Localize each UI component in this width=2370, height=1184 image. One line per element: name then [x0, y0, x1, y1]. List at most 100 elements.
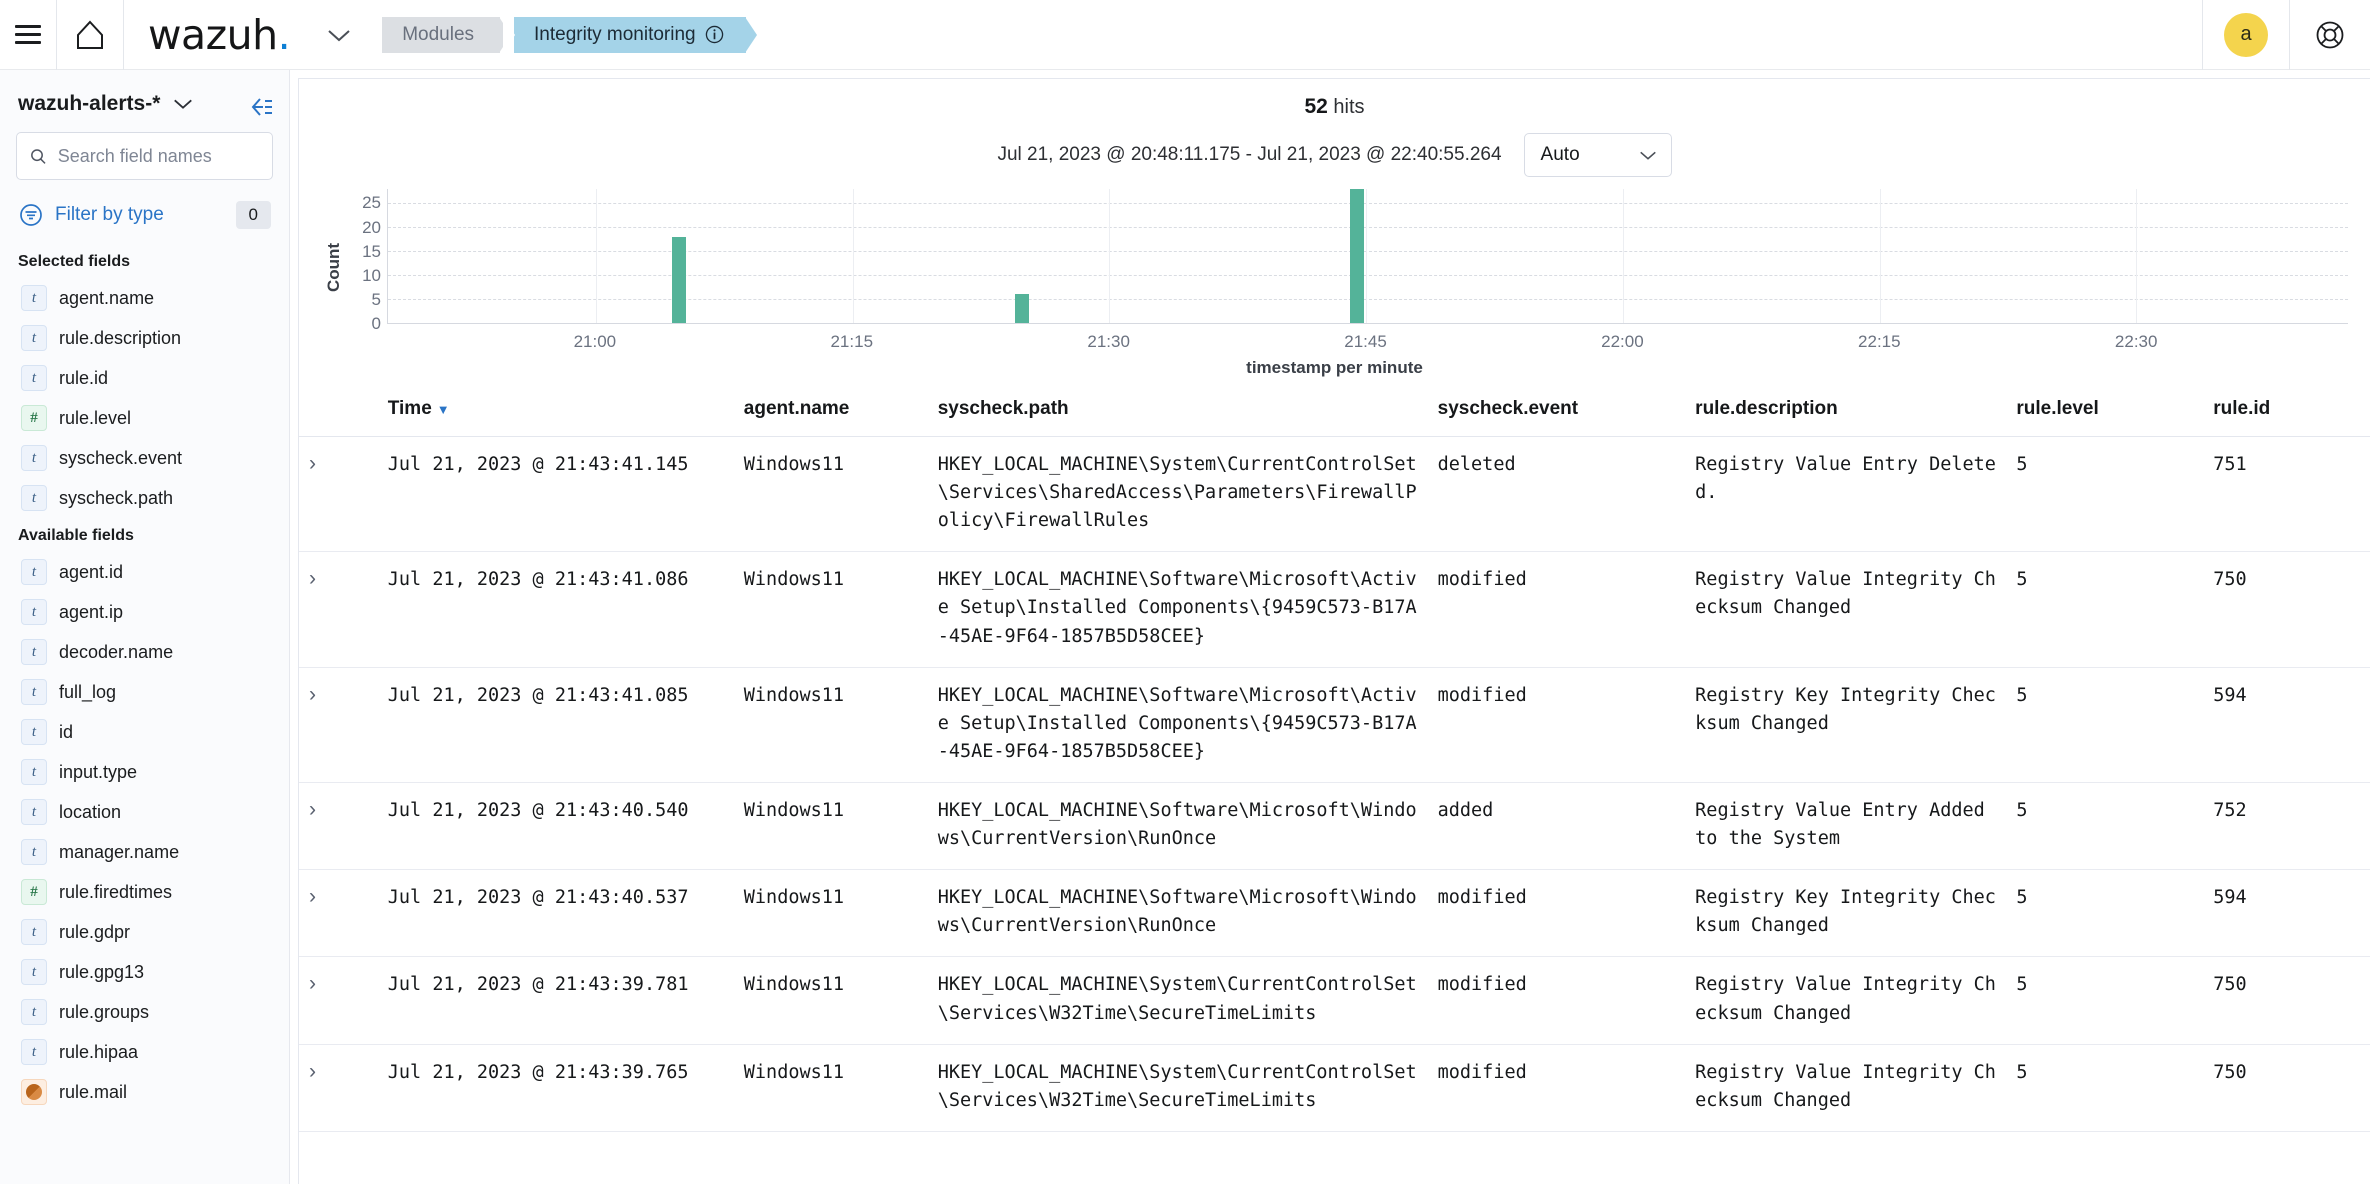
filter-by-type-button[interactable]: Filter by type 0 — [16, 192, 273, 238]
expand-row-button[interactable]: › — [299, 869, 378, 958]
cell-rule-id[interactable]: 751 — [2203, 436, 2370, 553]
info-circle-icon[interactable] — [705, 25, 724, 44]
chevron-right-icon[interactable]: › — [309, 567, 316, 590]
field-item-rule-hipaa[interactable]: t rule.hipaa — [16, 1032, 273, 1072]
search-field-names-box[interactable] — [16, 132, 273, 180]
interval-select[interactable]: Auto — [1523, 133, 1672, 177]
cell-syscheck-path[interactable]: HKEY_LOCAL_MACHINE\Software\Microsoft\Wi… — [927, 869, 1428, 958]
cell-syscheck-path[interactable]: HKEY_LOCAL_MACHINE\System\CurrentControl… — [927, 1044, 1428, 1132]
cell-agent-name[interactable]: Windows11 — [733, 782, 928, 871]
field-item-rule-gdpr[interactable]: t rule.gdpr — [16, 912, 273, 952]
expand-row-button[interactable]: › — [299, 667, 378, 783]
cell-rule-id[interactable]: 750 — [2203, 1044, 2370, 1132]
column-header-syscheck-event[interactable]: syscheck.event — [1427, 388, 1686, 437]
cell-agent-name[interactable]: Windows11 — [733, 956, 928, 1045]
chevron-right-icon[interactable]: › — [309, 683, 316, 706]
index-pattern-selector[interactable]: wazuh-alerts-* — [16, 70, 273, 132]
field-item-agent-name[interactable]: t agent.name — [16, 278, 273, 318]
field-item-agent-id[interactable]: t agent.id — [16, 552, 273, 592]
table-row[interactable]: › Jul 21, 2023 @ 21:43:40.540 Windows11 … — [299, 782, 2370, 871]
documents-table-container[interactable]: Time ▼ agent.name syscheck.path syscheck.… — [299, 388, 2370, 1184]
field-item-rule-mail[interactable]: rule.mail — [16, 1072, 273, 1112]
column-label: syscheck.event — [1437, 398, 1579, 419]
field-item-syscheck-path[interactable]: t syscheck.path — [16, 478, 273, 518]
histogram-bar[interactable] — [1015, 294, 1030, 323]
field-item-agent-ip[interactable]: t agent.ip — [16, 592, 273, 632]
table-row[interactable]: › Jul 21, 2023 @ 21:43:41.145 Windows11 … — [299, 436, 2370, 553]
chevron-right-icon[interactable]: › — [309, 1060, 316, 1083]
field-item-rule-gpg13[interactable]: t rule.gpg13 — [16, 952, 273, 992]
documents-table: Time ▼ agent.name syscheck.path syscheck.… — [299, 388, 2370, 1132]
table-row[interactable]: › Jul 21, 2023 @ 21:43:41.086 Windows11 … — [299, 551, 2370, 668]
cell-time: Jul 21, 2023 @ 21:43:40.537 — [377, 869, 734, 958]
field-item-full-log[interactable]: t full_log — [16, 672, 273, 712]
cell-rule-id[interactable]: 752 — [2203, 782, 2370, 871]
expand-row-button[interactable]: › — [299, 782, 378, 871]
cell-time: Jul 21, 2023 @ 21:43:39.781 — [377, 956, 734, 1045]
cell-agent-name[interactable]: Windows11 — [733, 1044, 928, 1132]
cell-syscheck-path[interactable]: HKEY_LOCAL_MACHINE\System\CurrentControl… — [927, 956, 1428, 1045]
cell-rule-id[interactable]: 594 — [2203, 869, 2370, 958]
expand-row-button[interactable]: › — [299, 1044, 378, 1132]
cell-agent-name[interactable]: Windows11 — [733, 869, 928, 958]
field-item-rule-level[interactable]: # rule.level — [16, 398, 273, 438]
column-header-rule-description[interactable]: rule.description — [1685, 388, 2007, 437]
cell-syscheck-path[interactable]: HKEY_LOCAL_MACHINE\Software\Microsoft\Wi… — [927, 782, 1428, 871]
cell-rule-id[interactable]: 750 — [2203, 551, 2370, 668]
column-header-agent-name[interactable]: agent.name — [733, 388, 928, 437]
breadcrumb-item-integrity-monitoring[interactable]: Integrity monitoring — [503, 16, 757, 53]
field-item-id[interactable]: t id — [16, 712, 273, 752]
column-header-time[interactable]: Time ▼ — [377, 388, 734, 437]
breadcrumb-item-modules[interactable]: Modules — [382, 16, 511, 53]
histogram-bar[interactable] — [1350, 189, 1365, 323]
cell-agent-name[interactable]: Windows11 — [733, 551, 928, 668]
field-item-manager-name[interactable]: t manager.name — [16, 832, 273, 872]
expand-row-button[interactable]: › — [299, 956, 378, 1045]
cell-syscheck-path[interactable]: HKEY_LOCAL_MACHINE\Software\Microsoft\Ac… — [927, 551, 1428, 668]
field-item-input-type[interactable]: t input.type — [16, 752, 273, 792]
expand-row-button[interactable]: › — [299, 551, 378, 668]
chevron-right-icon[interactable]: › — [309, 885, 316, 908]
cell-agent-name[interactable]: Windows11 — [733, 436, 928, 553]
chevron-right-icon[interactable]: › — [309, 798, 316, 821]
search-input[interactable] — [57, 145, 259, 167]
table-row[interactable]: › Jul 21, 2023 @ 21:43:39.781 Windows11 … — [299, 956, 2370, 1045]
column-header-rule-id[interactable]: rule.id — [2203, 388, 2370, 437]
cell-rule-id[interactable]: 750 — [2203, 956, 2370, 1045]
chevron-right-icon[interactable]: › — [309, 972, 316, 995]
home-button[interactable] — [57, 0, 123, 70]
column-label: agent.name — [743, 398, 850, 419]
sort-desc-icon[interactable]: ▼ — [437, 402, 450, 417]
cell-agent-name[interactable]: Windows11 — [733, 667, 928, 783]
histogram-chart: Count 0 5 10 15 20 25 21:00 21:15 21:30 … — [299, 183, 2370, 388]
user-avatar-button[interactable]: a — [2203, 0, 2289, 70]
field-item-syscheck-event[interactable]: t syscheck.event — [16, 438, 273, 478]
help-lifebuoy-icon — [2316, 21, 2344, 48]
histogram-bar[interactable] — [672, 236, 687, 323]
field-item-rule-id[interactable]: t rule.id — [16, 358, 273, 398]
hamburger-menu-button[interactable] — [0, 0, 56, 70]
cell-syscheck-event: modified — [1427, 551, 1686, 668]
cell-rule-level: 5 — [2006, 956, 2204, 1045]
chevron-right-icon[interactable]: › — [309, 452, 316, 475]
help-button[interactable] — [2290, 0, 2370, 70]
brand-dropdown-button[interactable] — [312, 0, 366, 70]
cell-rule-id[interactable]: 594 — [2203, 667, 2370, 783]
field-item-rule-firedtimes[interactable]: # rule.firedtimes — [16, 872, 273, 912]
cell-syscheck-path[interactable]: HKEY_LOCAL_MACHINE\System\CurrentControl… — [927, 436, 1428, 553]
table-row[interactable]: › Jul 21, 2023 @ 21:43:39.765 Windows11 … — [299, 1044, 2370, 1132]
field-item-rule-groups[interactable]: t rule.groups — [16, 992, 273, 1032]
column-header-rule-level[interactable]: rule.level — [2006, 388, 2204, 437]
cell-syscheck-path[interactable]: HKEY_LOCAL_MACHINE\Software\Microsoft\Ac… — [927, 667, 1428, 783]
field-item-rule-description[interactable]: t rule.description — [16, 318, 273, 358]
collapse-sidebar-button[interactable] — [249, 96, 275, 123]
table-row[interactable]: › Jul 21, 2023 @ 21:43:40.537 Windows11 … — [299, 869, 2370, 958]
field-item-decoder-name[interactable]: t decoder.name — [16, 632, 273, 672]
y-tick: 20 — [362, 217, 381, 237]
expand-row-button[interactable]: › — [299, 436, 378, 553]
field-item-location[interactable]: t location — [16, 792, 273, 832]
field-label: rule.mail — [59, 1081, 128, 1102]
hits-summary: 52 hits — [299, 79, 2370, 119]
column-header-syscheck-path[interactable]: syscheck.path — [927, 388, 1428, 437]
table-row[interactable]: › Jul 21, 2023 @ 21:43:41.085 Windows11 … — [299, 667, 2370, 783]
